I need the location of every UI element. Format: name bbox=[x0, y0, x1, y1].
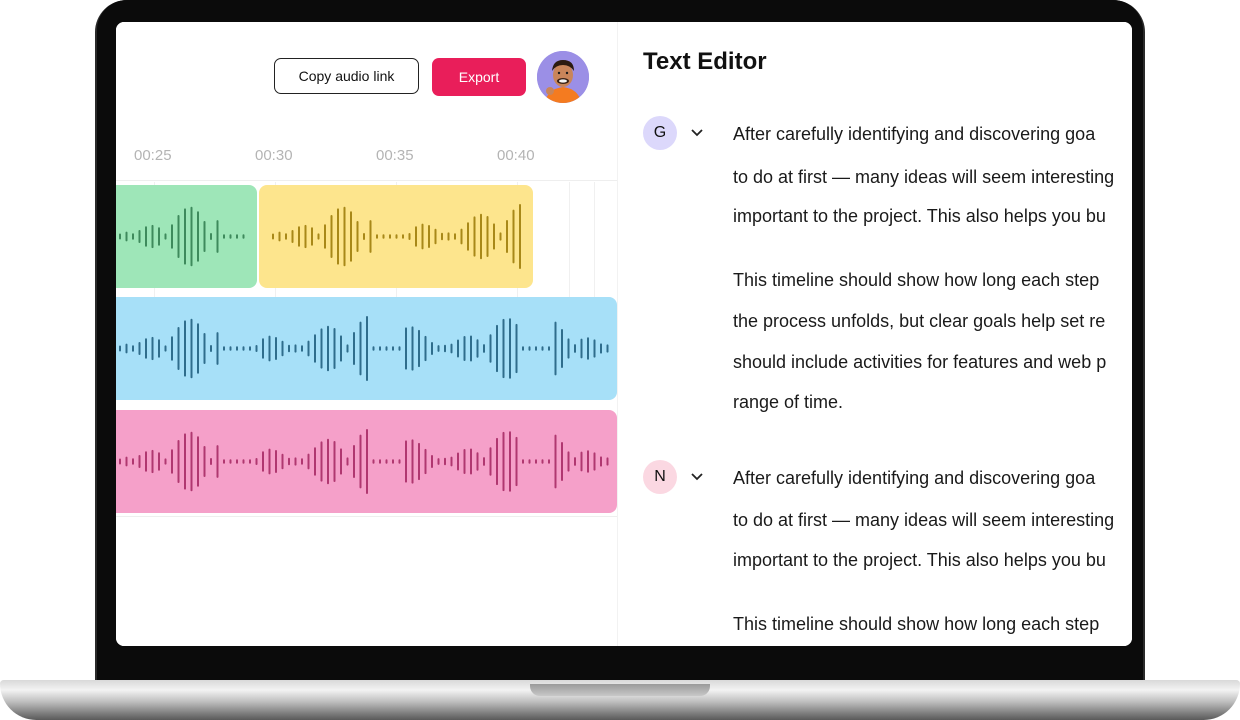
transcript-line: to do at first — many ideas will seem in… bbox=[733, 167, 1115, 187]
speaker-avatar[interactable]: G bbox=[643, 116, 677, 150]
transcript-line: important to the project. This also help… bbox=[733, 550, 1106, 570]
transcript-line: important to the project. This also help… bbox=[733, 206, 1106, 226]
time-tick: 00:25 bbox=[134, 147, 172, 164]
chevron-down-icon[interactable] bbox=[690, 472, 704, 482]
laptop-notch bbox=[530, 684, 710, 696]
export-button[interactable]: Export bbox=[432, 58, 526, 96]
text-editor: Text Editor G After carefully identifyin… bbox=[618, 22, 1132, 646]
transcript-line: should include activities for features a… bbox=[733, 352, 1107, 372]
transcript-line: to do at first — many ideas will seem in… bbox=[733, 510, 1115, 530]
copy-audio-link-button[interactable]: Copy audio link bbox=[274, 58, 419, 94]
avatar-image bbox=[537, 51, 589, 103]
editor-title: Text Editor bbox=[643, 48, 767, 75]
audio-panel: Copy audio link Export 00:25 00:30 00:35… bbox=[116, 22, 617, 646]
grid-line bbox=[116, 516, 617, 517]
speaker-avatar[interactable]: N bbox=[643, 460, 677, 494]
green-clip[interactable] bbox=[116, 185, 257, 288]
avatar[interactable] bbox=[537, 51, 589, 103]
grid-line bbox=[116, 180, 617, 181]
transcript-line: range of time. bbox=[733, 392, 844, 412]
transcript-line: the process unfolds, but clear goals hel… bbox=[733, 311, 1106, 331]
blue-track[interactable] bbox=[116, 297, 617, 400]
time-tick: 00:40 bbox=[497, 147, 535, 164]
chevron-down-icon[interactable] bbox=[690, 128, 704, 138]
transcript-line: After carefully identifying and discover… bbox=[733, 124, 1096, 144]
time-tick: 00:30 bbox=[255, 147, 293, 164]
transcript-line: After carefully identifying and discover… bbox=[733, 468, 1096, 488]
transcript-line: This timeline should show how long each … bbox=[733, 270, 1100, 290]
timeline-ruler: 00:25 00:30 00:35 00:40 bbox=[116, 147, 617, 167]
yellow-clip[interactable] bbox=[259, 185, 533, 288]
time-tick: 00:35 bbox=[376, 147, 414, 164]
app-screen: Copy audio link Export 00:25 00:30 00:35… bbox=[116, 22, 1132, 646]
pink-track[interactable] bbox=[116, 410, 617, 513]
transcript-line: This timeline should show how long each … bbox=[733, 614, 1100, 634]
